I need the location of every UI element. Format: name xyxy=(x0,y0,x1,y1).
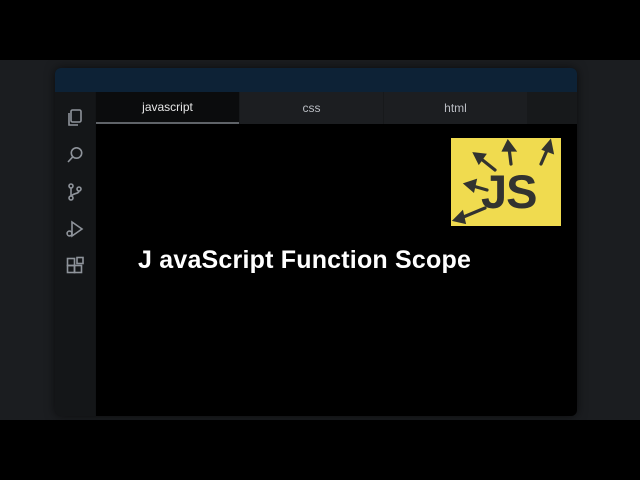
letterbox-bottom xyxy=(0,420,640,480)
search-icon[interactable] xyxy=(65,145,85,165)
activity-bar xyxy=(55,92,95,416)
tab-bar: javascript css html xyxy=(96,92,577,124)
title-bar xyxy=(55,68,577,92)
editor-window: javascript css html J avaScript Function… xyxy=(55,68,577,416)
tab-label: html xyxy=(444,101,467,115)
tab-label: css xyxy=(302,101,321,115)
js-logo: JS xyxy=(451,138,561,226)
run-debug-icon[interactable] xyxy=(65,219,85,239)
tab-javascript[interactable]: javascript xyxy=(96,92,239,124)
source-control-icon[interactable] xyxy=(65,182,85,202)
editor-area[interactable]: J avaScript Function Scope JS xyxy=(96,124,577,416)
letterbox-top xyxy=(0,0,640,60)
tab-css[interactable]: css xyxy=(240,92,383,124)
extensions-icon[interactable] xyxy=(65,256,85,276)
tab-label: javascript xyxy=(142,100,193,114)
tab-html[interactable]: html xyxy=(384,92,527,124)
files-icon[interactable] xyxy=(65,108,85,128)
js-logo-text: JS xyxy=(481,165,537,218)
page-title: J avaScript Function Scope xyxy=(138,246,472,274)
video-frame: javascript css html J avaScript Function… xyxy=(0,60,640,420)
